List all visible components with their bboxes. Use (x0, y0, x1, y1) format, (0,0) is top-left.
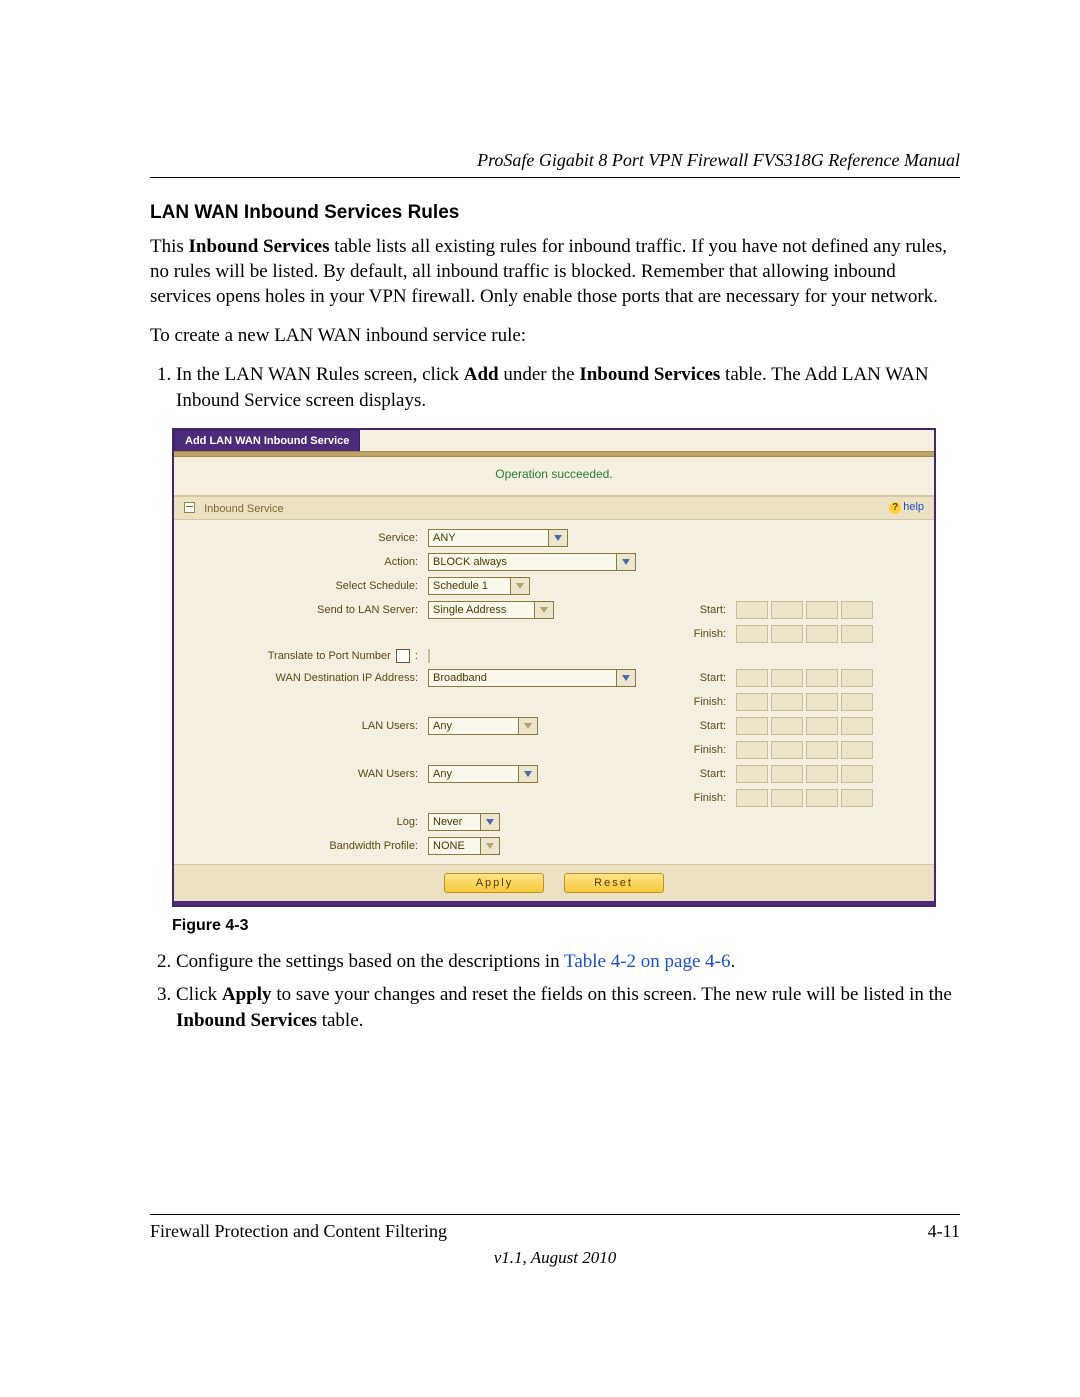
step-list: In the LAN WAN Rules screen, click Add u… (150, 362, 960, 413)
action-select[interactable]: BLOCK always (428, 553, 636, 571)
translate-port-checkbox[interactable] (396, 649, 410, 663)
finish-ip-2[interactable] (736, 693, 906, 711)
label-start: Start: (662, 768, 732, 780)
label-bw-profile: Bandwidth Profile: (184, 840, 424, 852)
wan-users-select[interactable]: Any (428, 765, 538, 783)
page-footer: Firewall Protection and Content Filterin… (150, 1214, 960, 1268)
chevron-down-icon (518, 718, 537, 734)
lead-in: To create a new LAN WAN inbound service … (150, 323, 960, 348)
label-finish: Finish: (662, 744, 732, 756)
status-message: Operation succeeded. (495, 467, 612, 481)
label-service: Service: (184, 532, 424, 544)
step-list-cont: Configure the settings based on the desc… (150, 949, 960, 1034)
chevron-down-icon (534, 602, 553, 618)
send-to-lan-select[interactable]: Single Address (428, 601, 554, 619)
label-wan-users: WAN Users: (184, 768, 424, 780)
finish-ip-4[interactable] (736, 789, 906, 807)
step-3: Click Apply to save your changes and res… (176, 982, 960, 1033)
label-start: Start: (662, 672, 732, 684)
label-lan-users: LAN Users: (184, 720, 424, 732)
log-select[interactable]: Never (428, 813, 500, 831)
schedule-select[interactable]: Schedule 1 (428, 577, 530, 595)
collapse-icon[interactable] (184, 502, 195, 513)
service-select[interactable]: ANY (428, 529, 568, 547)
label-wan-dest: WAN Destination IP Address: (184, 672, 424, 684)
label-send-to-lan: Send to LAN Server: (184, 604, 424, 616)
footer-page: 4-11 (928, 1221, 960, 1242)
label-action: Action: (184, 556, 424, 568)
header-rule (150, 177, 960, 178)
intro-paragraph: This Inbound Services table lists all ex… (150, 234, 960, 309)
lan-users-select[interactable]: Any (428, 717, 538, 735)
label-log: Log: (184, 816, 424, 828)
chevron-down-icon (518, 766, 537, 782)
finish-ip-3[interactable] (736, 741, 906, 759)
figure-caption: Figure 4-3 (172, 917, 960, 935)
chevron-down-icon (510, 578, 529, 594)
start-ip-1[interactable] (736, 601, 906, 619)
chevron-down-icon (616, 554, 635, 570)
label-translate-port: Translate to Port Number : (184, 649, 424, 663)
chevron-down-icon (548, 530, 567, 546)
screen-tab[interactable]: Add LAN WAN Inbound Service (174, 430, 360, 451)
label-finish: Finish: (662, 628, 732, 640)
manual-title: ProSafe Gigabit 8 Port VPN Firewall FVS3… (150, 150, 960, 171)
label-start: Start: (662, 720, 732, 732)
label-finish: Finish: (662, 792, 732, 804)
chevron-down-icon (480, 814, 499, 830)
step-1: In the LAN WAN Rules screen, click Add u… (176, 362, 960, 413)
table-xref-link[interactable]: Table 4-2 on page 4-6 (564, 951, 730, 972)
figure-4-3-screenshot: Add LAN WAN Inbound Service Operation su… (172, 428, 960, 907)
label-schedule: Select Schedule: (184, 580, 424, 592)
reset-button[interactable]: Reset (564, 873, 664, 893)
chevron-down-icon (616, 670, 635, 686)
step-2: Configure the settings based on the desc… (176, 949, 960, 975)
start-ip-4[interactable] (736, 765, 906, 783)
apply-button[interactable]: Apply (444, 873, 544, 893)
panel-header: Inbound Service ?help (174, 496, 934, 520)
label-start: Start: (662, 604, 732, 616)
panel-title: Inbound Service (204, 503, 284, 515)
bw-profile-select[interactable]: NONE (428, 837, 500, 855)
start-ip-3[interactable] (736, 717, 906, 735)
chevron-down-icon (480, 838, 499, 854)
start-ip-2[interactable] (736, 669, 906, 687)
help-icon: ? (889, 502, 901, 514)
label-finish: Finish: (662, 696, 732, 708)
wan-dest-select[interactable]: Broadband (428, 669, 636, 687)
translate-port-input[interactable] (428, 649, 430, 663)
footer-chapter: Firewall Protection and Content Filterin… (150, 1221, 447, 1242)
footer-version: v1.1, August 2010 (150, 1248, 960, 1268)
section-heading: LAN WAN Inbound Services Rules (150, 202, 960, 224)
help-link[interactable]: ?help (889, 501, 924, 514)
finish-ip-1[interactable] (736, 625, 906, 643)
